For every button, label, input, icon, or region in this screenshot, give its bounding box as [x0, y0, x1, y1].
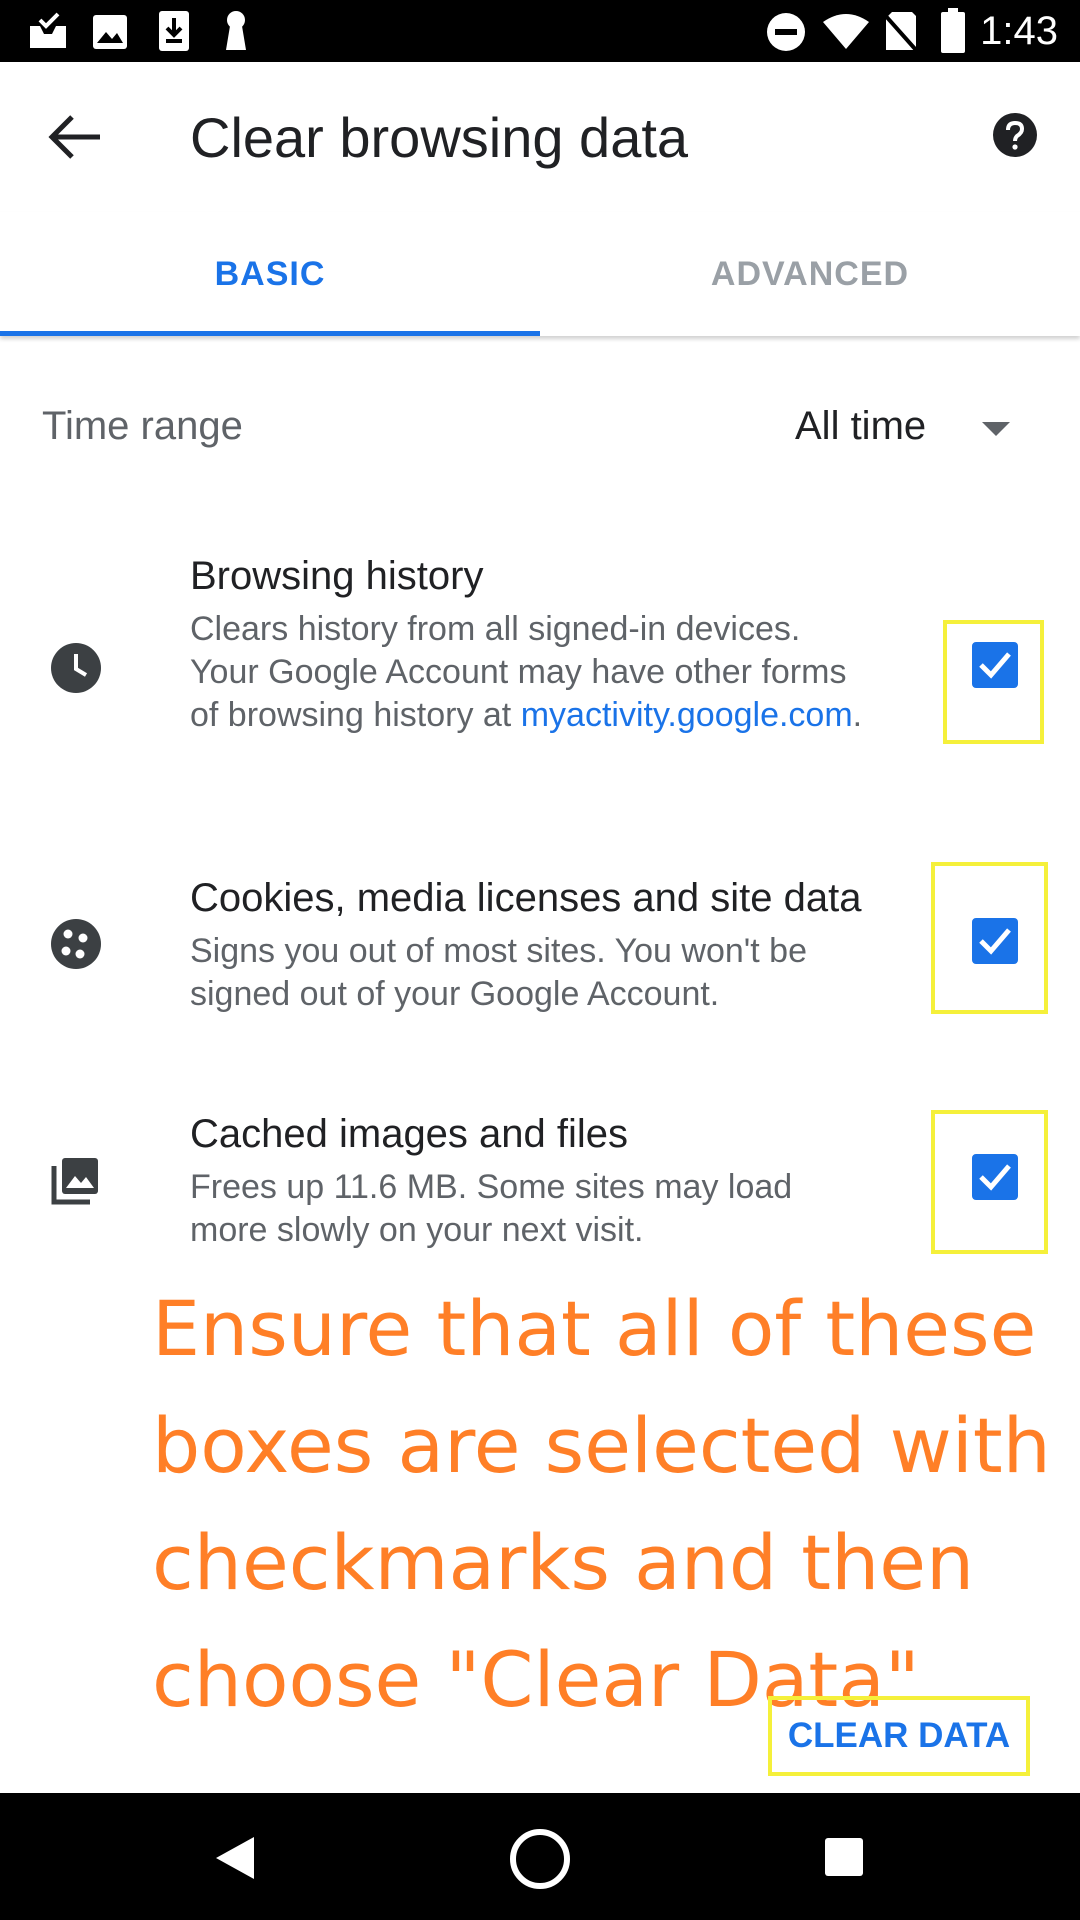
tab-advanced[interactable]: ADVANCED	[540, 212, 1080, 336]
battery-icon	[941, 8, 965, 53]
app-bar: Clear browsing data	[0, 62, 1080, 212]
status-bar: 1:43	[0, 0, 1080, 62]
recents-square-icon[interactable]	[824, 1837, 864, 1877]
link-suffix: .	[852, 696, 863, 734]
tab-bar: BASIC ADVANCED	[0, 212, 1080, 336]
navigation-bar	[0, 1793, 1080, 1920]
time-range-label: Time range	[42, 404, 243, 448]
inbox-check-icon	[30, 12, 66, 48]
back-triangle-icon[interactable]	[214, 1835, 256, 1881]
tab-basic[interactable]: BASIC	[0, 212, 540, 336]
clock-icon	[51, 643, 101, 693]
image-icon	[93, 15, 127, 49]
home-circle-icon[interactable]	[508, 1827, 572, 1891]
clear-data-button[interactable]: CLEAR DATA	[768, 1696, 1030, 1776]
list-item-browsing-history[interactable]: Browsing history Clears history from all…	[0, 540, 1080, 790]
clear-data-label: CLEAR DATA	[787, 1716, 1011, 1755]
checkbox-cookies[interactable]	[972, 918, 1018, 964]
item-title: Cached images and files	[190, 1112, 629, 1156]
list-item-cached-images[interactable]: Cached images and files Frees up 11.6 MB…	[0, 1098, 1080, 1278]
wifi-icon	[823, 14, 869, 49]
page-title: Clear browsing data	[190, 106, 689, 169]
checkmark-icon	[979, 652, 1011, 679]
status-time: 1:43	[980, 9, 1058, 53]
dropdown-arrow-icon[interactable]	[982, 422, 1010, 436]
images-icon	[51, 1158, 98, 1205]
download-icon	[159, 11, 189, 51]
myactivity-link[interactable]: myactivity.google.com	[521, 696, 853, 734]
time-range-dropdown[interactable]: All time	[795, 404, 926, 449]
arrow-back-icon[interactable]	[40, 107, 110, 167]
list-item-cookies[interactable]: Cookies, media licenses and site data Si…	[0, 862, 1080, 1042]
cookie-icon	[51, 919, 101, 969]
checkbox-cached-images[interactable]	[972, 1154, 1018, 1200]
item-description: Clears history from all signed-in device…	[190, 608, 870, 737]
no-sim-icon	[882, 12, 918, 52]
checkbox-browsing-history[interactable]	[972, 642, 1018, 688]
item-description: Signs you out of most sites. You won't b…	[190, 932, 807, 1013]
checkmark-icon	[979, 928, 1011, 955]
item-description: Frees up 11.6 MB. Some sites may load mo…	[190, 1168, 793, 1249]
keyhole-icon	[226, 11, 246, 50]
time-range-row: Time range All time	[0, 390, 1080, 470]
instruction-annotation: Ensure that all of these boxes are selec…	[152, 1284, 1051, 1724]
do-not-disturb-icon	[767, 13, 805, 51]
item-title: Cookies, media licenses and site data	[190, 876, 862, 920]
help-icon[interactable]	[992, 112, 1038, 158]
checkmark-icon	[979, 1164, 1011, 1191]
item-title: Browsing history	[190, 554, 484, 598]
tab-indicator	[0, 331, 540, 336]
